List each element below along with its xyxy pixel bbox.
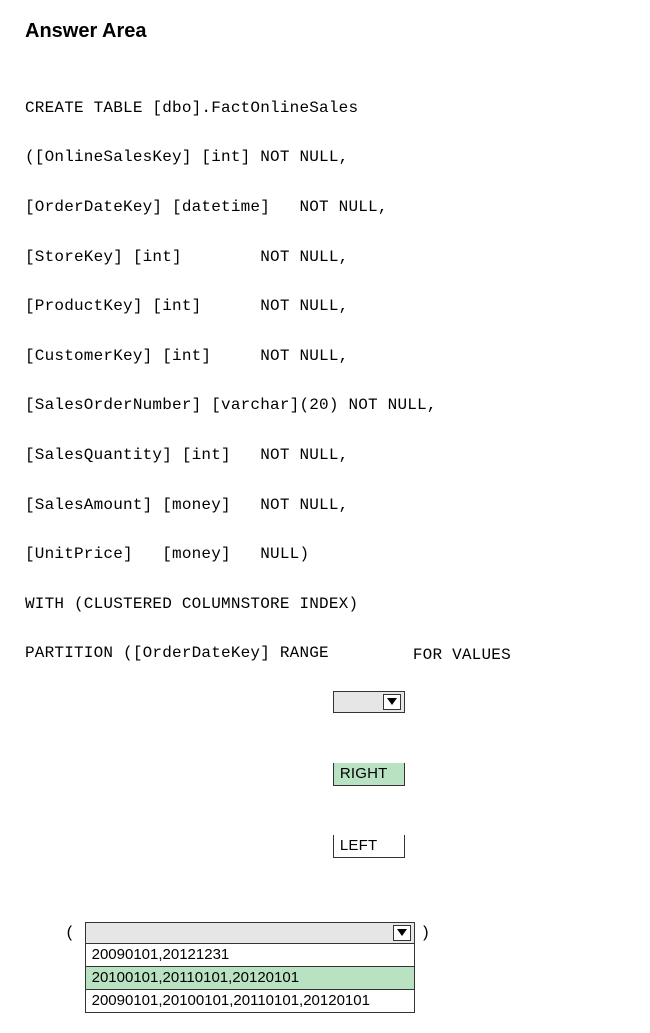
- for-values-tail: FOR VALUES: [413, 641, 511, 668]
- partition-line: PARTITION ([OrderDateKey] RANGE RIGHT LE…: [25, 641, 625, 883]
- values-dropdown-header[interactable]: [85, 922, 415, 944]
- chevron-down-icon[interactable]: [393, 925, 411, 941]
- values-option-b[interactable]: 20100101,20110101,20120101: [85, 967, 415, 990]
- code-line: ([OnlineSalesKey] [int] NOT NULL,: [25, 145, 625, 170]
- code-line: [CustomerKey] [int] NOT NULL,: [25, 344, 625, 369]
- open-paren: (: [65, 924, 75, 942]
- close-paren: ): [421, 924, 431, 942]
- values-option-c[interactable]: 20090101,20100101,20110101,20120101: [85, 990, 415, 1013]
- code-line: WITH (CLUSTERED COLUMNSTORE INDEX): [25, 592, 625, 617]
- sql-code-block: CREATE TABLE [dbo].FactOnlineSales ([Onl…: [25, 71, 625, 908]
- code-line: [SalesAmount] [money] NOT NULL,: [25, 493, 625, 518]
- code-line: [SalesQuantity] [int] NOT NULL,: [25, 443, 625, 468]
- values-option-a[interactable]: 20090101,20121231: [85, 944, 415, 967]
- values-dropdown[interactable]: 20090101,20121231 20100101,20110101,2012…: [85, 922, 415, 1013]
- code-line: CREATE TABLE [dbo].FactOnlineSales: [25, 96, 625, 121]
- code-line: [OrderDateKey] [datetime] NOT NULL,: [25, 195, 625, 220]
- partition-prefix: PARTITION ([OrderDateKey] RANGE: [25, 641, 329, 666]
- code-line: [StoreKey] [int] NOT NULL,: [25, 245, 625, 270]
- chevron-down-icon[interactable]: [383, 694, 401, 710]
- range-dropdown[interactable]: RIGHT LEFT: [333, 641, 405, 883]
- code-line: [ProductKey] [int] NOT NULL,: [25, 294, 625, 319]
- values-block: ( 20090101,20121231 20100101,20110101,20…: [65, 922, 625, 1013]
- range-option-left[interactable]: LEFT: [333, 835, 405, 858]
- code-line: [UnitPrice] [money] NULL): [25, 542, 625, 567]
- code-line: [SalesOrderNumber] [varchar](20) NOT NUL…: [25, 393, 625, 418]
- answer-area-heading: Answer Area: [25, 20, 625, 43]
- range-dropdown-header[interactable]: [333, 691, 405, 713]
